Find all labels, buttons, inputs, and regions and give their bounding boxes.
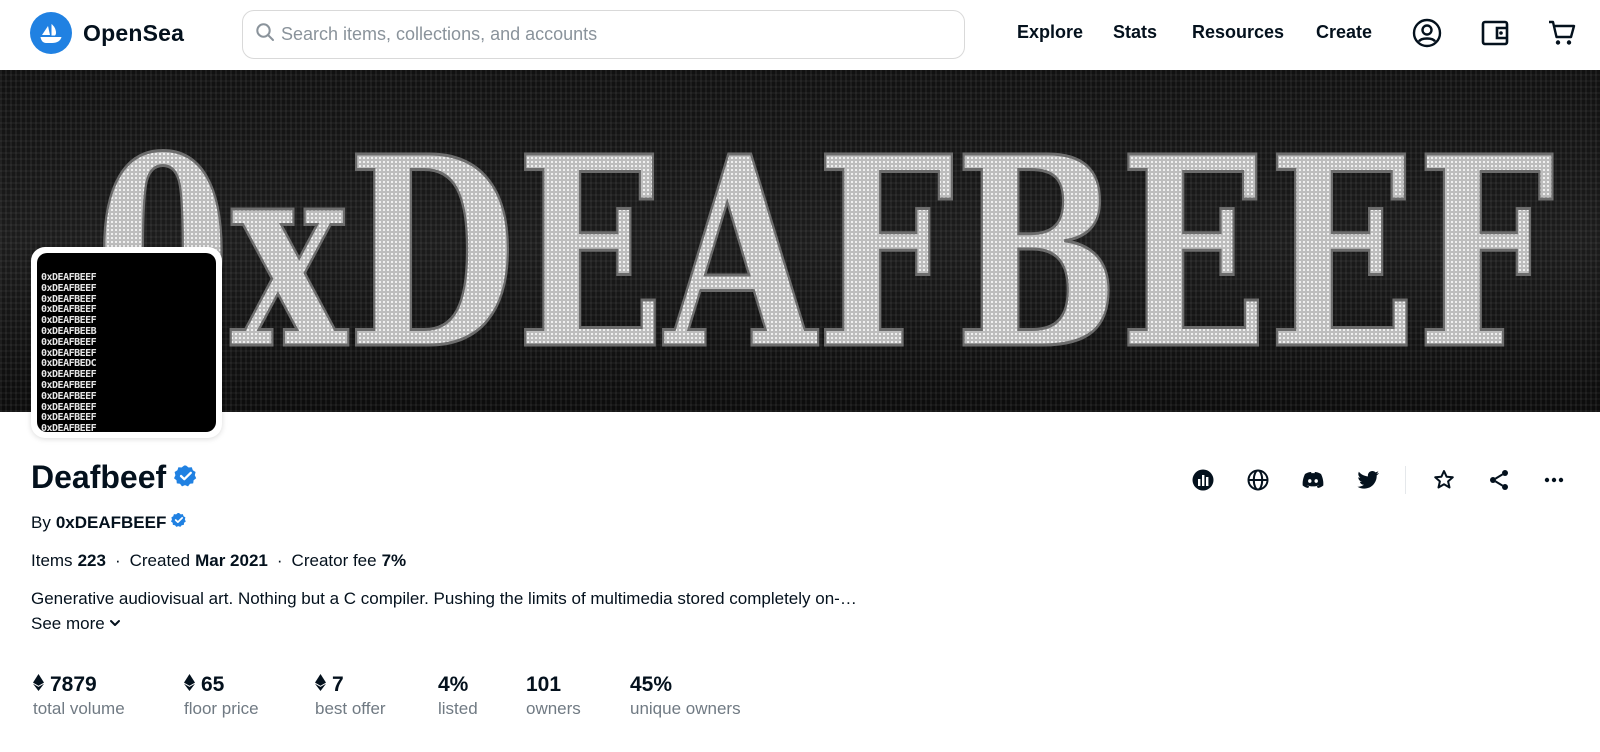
stat-label: best offer: [315, 699, 386, 718]
stat-value-row: 7879: [33, 672, 125, 698]
stat-unique-owners[interactable]: 45% unique owners: [630, 672, 741, 719]
avatar-text-line: 0xDEAFBEEF: [41, 336, 97, 348]
star-icon[interactable]: [1430, 466, 1458, 494]
globe-icon[interactable]: [1244, 466, 1272, 494]
social-divider: [1405, 466, 1406, 494]
stat-value: 4%: [438, 673, 469, 696]
share-icon[interactable]: [1485, 466, 1513, 494]
created-value: Mar 2021: [195, 551, 268, 570]
stat-total-volume[interactable]: 7879 total volume: [33, 672, 125, 719]
collection-name: Deafbeef: [31, 459, 167, 495]
top-navigation-bar: OpenSea Explore Stats Resources Create: [0, 0, 1600, 70]
avatar-text-line: 0xDEAFBEEF: [41, 423, 97, 432]
stat-best-offer[interactable]: 7 best offer: [315, 672, 386, 719]
eth-icon: [184, 673, 195, 697]
nav-create[interactable]: Create: [1316, 22, 1372, 43]
cart-icon[interactable]: [1546, 17, 1578, 49]
stat-value: 65: [201, 673, 225, 696]
creator-verified-icon: [171, 512, 187, 533]
creator-fee-label: Creator fee: [291, 551, 377, 570]
creator-link[interactable]: 0xDEAFBEEF: [56, 513, 167, 533]
collection-title: Deafbeef: [31, 459, 198, 496]
wallet-icon[interactable]: [1479, 17, 1511, 49]
search-bar[interactable]: [242, 10, 965, 59]
stat-owners[interactable]: 101 owners: [526, 672, 581, 719]
search-input[interactable]: [281, 24, 941, 45]
avatar-text-line: 0xDEAFBEEF: [41, 282, 97, 294]
stat-label: owners: [526, 699, 581, 718]
nav-resources[interactable]: Resources: [1192, 22, 1284, 43]
stat-value: 7: [332, 673, 344, 696]
stat-label: unique owners: [630, 699, 741, 718]
stat-value-row: 65: [184, 672, 259, 698]
items-label: Items: [31, 551, 73, 570]
nav-stats[interactable]: Stats: [1113, 22, 1157, 43]
stat-listed[interactable]: 4% listed: [438, 672, 478, 719]
stat-label: floor price: [184, 699, 259, 718]
eth-icon: [315, 673, 326, 697]
search-icon: [255, 22, 275, 47]
see-more-button[interactable]: See more: [31, 614, 121, 634]
collection-description: Generative audiovisual art. Nothing but …: [31, 589, 857, 608]
banner-logo-text: 0xDEAFBEEF: [95, 125, 1555, 375]
created-label: Created: [129, 551, 191, 570]
svg-text:0xDEAFBEEF: 0xDEAFBEEF: [95, 125, 1555, 375]
verified-badge-icon: [174, 459, 198, 496]
avatar-text-line: 0xDEAFBEEF: [41, 390, 97, 402]
stat-value: 45%: [630, 673, 673, 696]
eth-icon: [33, 673, 44, 697]
meta-separator: ·: [114, 551, 121, 570]
stat-value: 7879: [50, 673, 97, 696]
meta-separator: ·: [276, 551, 283, 570]
creator-line: By 0xDEAFBEEF: [31, 512, 187, 533]
stat-label: total volume: [33, 699, 125, 718]
opensea-logo-icon: [30, 12, 72, 54]
stat-value: 101: [526, 673, 562, 696]
avatar-text-lines: 0xDEAFBEEF 0xDEAFBEEF 0xDEAFBEEF 0xDEAFBEEF…: [41, 272, 97, 432]
stat-floor-price[interactable]: 65 floor price: [184, 672, 259, 719]
discord-icon[interactable]: [1299, 466, 1327, 494]
avatar-image: 0xDEAFBEEF 0xDEAFBEEF 0xDEAFBEEF 0xDEAFBEEF…: [37, 253, 216, 432]
see-more-label: See more: [31, 614, 105, 633]
chevron-down-icon: [109, 614, 121, 634]
stats-chart-icon[interactable]: [1189, 466, 1217, 494]
nav-explore[interactable]: Explore: [1017, 22, 1083, 43]
creator-fee-value: 7%: [381, 551, 407, 570]
stat-label: listed: [438, 699, 478, 718]
stat-value-row: 7: [315, 672, 386, 698]
brand-name: OpenSea: [83, 19, 185, 46]
collection-banner: 0xDEAFBEEF: [0, 70, 1600, 412]
collection-avatar: 0xDEAFBEEF 0xDEAFBEEF 0xDEAFBEEF 0xDEAFBEEF…: [31, 247, 222, 438]
twitter-icon[interactable]: [1354, 466, 1382, 494]
more-icon[interactable]: [1540, 466, 1568, 494]
collection-meta: Items 223 · Created Mar 2021 · Creator f…: [31, 551, 406, 571]
by-label: By: [31, 512, 51, 532]
account-icon[interactable]: [1411, 17, 1443, 49]
items-value: 223: [77, 551, 106, 570]
opensea-logo-link[interactable]: OpenSea: [30, 12, 184, 54]
